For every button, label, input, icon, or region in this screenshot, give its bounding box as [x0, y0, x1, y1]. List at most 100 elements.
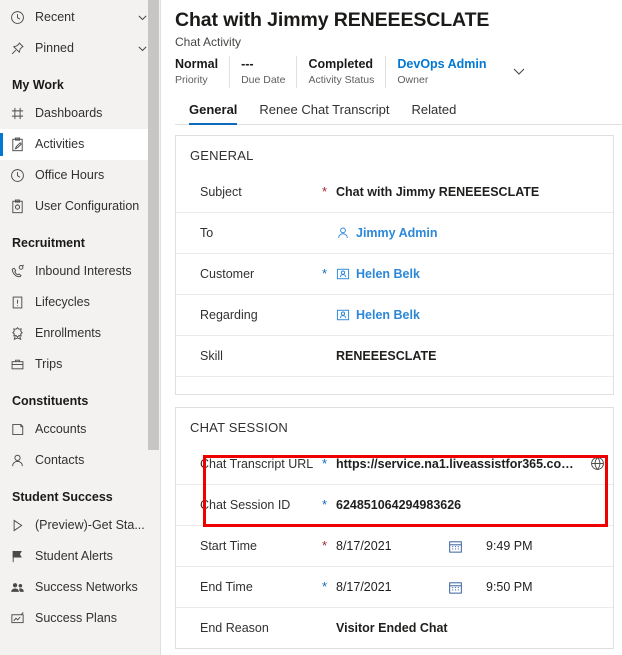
- field-value[interactable]: Visitor Ended Chat: [336, 621, 613, 635]
- field-row-chat-transcript-url[interactable]: Chat Transcript URL * https://service.na…: [176, 443, 613, 484]
- sidebar-item-office-hours[interactable]: Office Hours: [0, 160, 160, 191]
- sidebar-item-label: Inbound Interests: [32, 264, 132, 279]
- field-row-end-reason[interactable]: End Reason Visitor Ended Chat: [176, 607, 613, 648]
- chat-session-section-title: CHAT SESSION: [176, 408, 613, 443]
- flag-icon: [10, 549, 32, 564]
- chevron-down-icon[interactable]: [511, 63, 527, 79]
- contact-card-icon: [336, 308, 350, 322]
- sidebar-item-label: User Configuration: [32, 199, 139, 214]
- field-value[interactable]: Jimmy Admin: [336, 226, 613, 240]
- sidebar-scrollbar-track[interactable]: [148, 0, 160, 655]
- field-label: Chat Transcript URL: [200, 456, 322, 472]
- status-label: Due Date: [241, 73, 285, 87]
- field-value-text: Helen Belk: [356, 267, 420, 281]
- field-row-regarding[interactable]: Regarding Helen Belk: [176, 294, 613, 335]
- field-value[interactable]: 8/17/2021 9:50 PM: [336, 580, 613, 595]
- sidebar-item-success-networks[interactable]: Success Networks: [0, 572, 160, 603]
- field-value-text: RENEEESCLATE: [336, 349, 436, 363]
- sidebar-item-label: Success Networks: [32, 580, 138, 595]
- sidebar-item-preview-get-started[interactable]: (Preview)-Get Sta...: [0, 510, 160, 541]
- form-body: GENERAL Subject * Chat with Jimmy RENEEE…: [161, 125, 622, 649]
- sidebar-item-enrollments[interactable]: Enrollments: [0, 318, 160, 349]
- field-row-start-time[interactable]: Start Time * 8/17/2021 9:49 PM: [176, 525, 613, 566]
- field-label: End Reason: [200, 620, 322, 636]
- calendar-icon[interactable]: [448, 580, 486, 595]
- sidebar-scrollbar-thumb[interactable]: [148, 0, 159, 450]
- chevron-down-icon[interactable]: [137, 12, 148, 23]
- tab-renee-chat-transcript[interactable]: Renee Chat Transcript: [259, 101, 389, 124]
- people-icon: [10, 580, 32, 595]
- sidebar-item-inbound-interests[interactable]: Inbound Interests: [0, 256, 160, 287]
- globe-icon[interactable]: [584, 456, 605, 471]
- status-cell-due-date[interactable]: --- Due Date: [241, 56, 297, 88]
- dashboard-icon: [10, 106, 32, 121]
- field-value-text: 624851064294983626: [336, 498, 461, 512]
- status-cell-priority[interactable]: Normal Priority: [175, 56, 230, 88]
- field-value[interactable]: 624851064294983626: [336, 498, 613, 512]
- sidebar-item-student-alerts[interactable]: Student Alerts: [0, 541, 160, 572]
- field-label: Start Time: [200, 538, 322, 554]
- app-window: Recent Pinned My Work: [0, 0, 622, 655]
- field-row-chat-session-id[interactable]: Chat Session ID * 624851064294983626: [176, 484, 613, 525]
- start-date-value: 8/17/2021: [336, 539, 448, 553]
- briefcase-icon: [10, 357, 32, 372]
- owner-link[interactable]: DevOps Admin: [397, 56, 486, 72]
- field-value[interactable]: Helen Belk: [336, 308, 613, 322]
- sidebar-item-pinned[interactable]: Pinned: [0, 33, 160, 64]
- field-value[interactable]: RENEEESCLATE: [336, 349, 613, 363]
- sidebar-item-label: Enrollments: [32, 326, 101, 341]
- sidebar-group-student-success: Student Success: [0, 476, 160, 510]
- field-value[interactable]: Chat with Jimmy RENEEESCLATE: [336, 185, 613, 199]
- field-label: Chat Session ID: [200, 497, 322, 513]
- tab-general[interactable]: General: [189, 101, 237, 124]
- status-value: Completed: [308, 56, 374, 72]
- field-row-skill[interactable]: Skill RENEEESCLATE: [176, 335, 613, 376]
- lifecycle-icon: [10, 295, 32, 310]
- field-label: Customer: [200, 266, 322, 282]
- sidebar-item-recent[interactable]: Recent: [0, 2, 160, 33]
- field-row-to[interactable]: To Jimmy Admin: [176, 212, 613, 253]
- contact-icon: [10, 453, 32, 468]
- sidebar-item-accounts[interactable]: Accounts: [0, 414, 160, 445]
- sidebar-item-lifecycles[interactable]: Lifecycles: [0, 287, 160, 318]
- sidebar-item-dashboards[interactable]: Dashboards: [0, 98, 160, 129]
- field-value[interactable]: Helen Belk: [336, 267, 613, 281]
- required-marker: *: [322, 187, 336, 197]
- end-date-value: 8/17/2021: [336, 580, 448, 594]
- status-value: Normal: [175, 56, 218, 72]
- general-section-title: GENERAL: [176, 136, 613, 171]
- sidebar-item-label: Activities: [32, 137, 84, 152]
- form-tabs: General Renee Chat Transcript Related: [175, 94, 622, 125]
- chevron-down-icon[interactable]: [137, 43, 148, 54]
- sidebar-item-trips[interactable]: Trips: [0, 349, 160, 380]
- required-marker: *: [322, 269, 336, 279]
- sidebar-item-activities[interactable]: Activities: [0, 129, 160, 160]
- sidebar-group-my-work: My Work: [0, 64, 160, 98]
- sidebar-item-contacts[interactable]: Contacts: [0, 445, 160, 476]
- sidebar-item-label: Office Hours: [32, 168, 104, 183]
- field-row-subject[interactable]: Subject * Chat with Jimmy RENEEESCLATE: [176, 171, 613, 212]
- general-section-card: GENERAL Subject * Chat with Jimmy RENEEE…: [175, 135, 614, 395]
- field-row-customer[interactable]: Customer * Helen Belk: [176, 253, 613, 294]
- field-label: Subject: [200, 184, 322, 200]
- field-row-end-time[interactable]: End Time * 8/17/2021 9:50 PM: [176, 566, 613, 607]
- tab-related[interactable]: Related: [412, 101, 457, 124]
- sidebar-item-user-configuration[interactable]: User Configuration: [0, 191, 160, 222]
- field-value-text: Jimmy Admin: [356, 226, 438, 240]
- field-value-text: Visitor Ended Chat: [336, 621, 448, 635]
- status-value: ---: [241, 56, 285, 72]
- start-time-value: 9:49 PM: [486, 539, 533, 553]
- status-cell-activity-status[interactable]: Completed Activity Status: [308, 56, 386, 88]
- success-plan-icon: [10, 611, 32, 626]
- clock-icon: [10, 168, 32, 183]
- field-label: Skill: [200, 348, 322, 364]
- header-status-bar: Normal Priority --- Due Date Completed A…: [175, 56, 622, 90]
- record-header: Chat with Jimmy RENEEESCLATE Chat Activi…: [161, 0, 622, 125]
- chat-session-section-card: CHAT SESSION Chat Transcript URL * https…: [175, 407, 614, 649]
- field-value[interactable]: https://service.na1.liveassistfor365.com…: [336, 456, 613, 471]
- calendar-icon[interactable]: [448, 539, 486, 554]
- user-config-icon: [10, 199, 32, 214]
- status-cell-owner[interactable]: DevOps Admin Owner: [397, 56, 497, 88]
- sidebar-item-success-plans[interactable]: Success Plans: [0, 603, 160, 634]
- field-value[interactable]: 8/17/2021 9:49 PM: [336, 539, 613, 554]
